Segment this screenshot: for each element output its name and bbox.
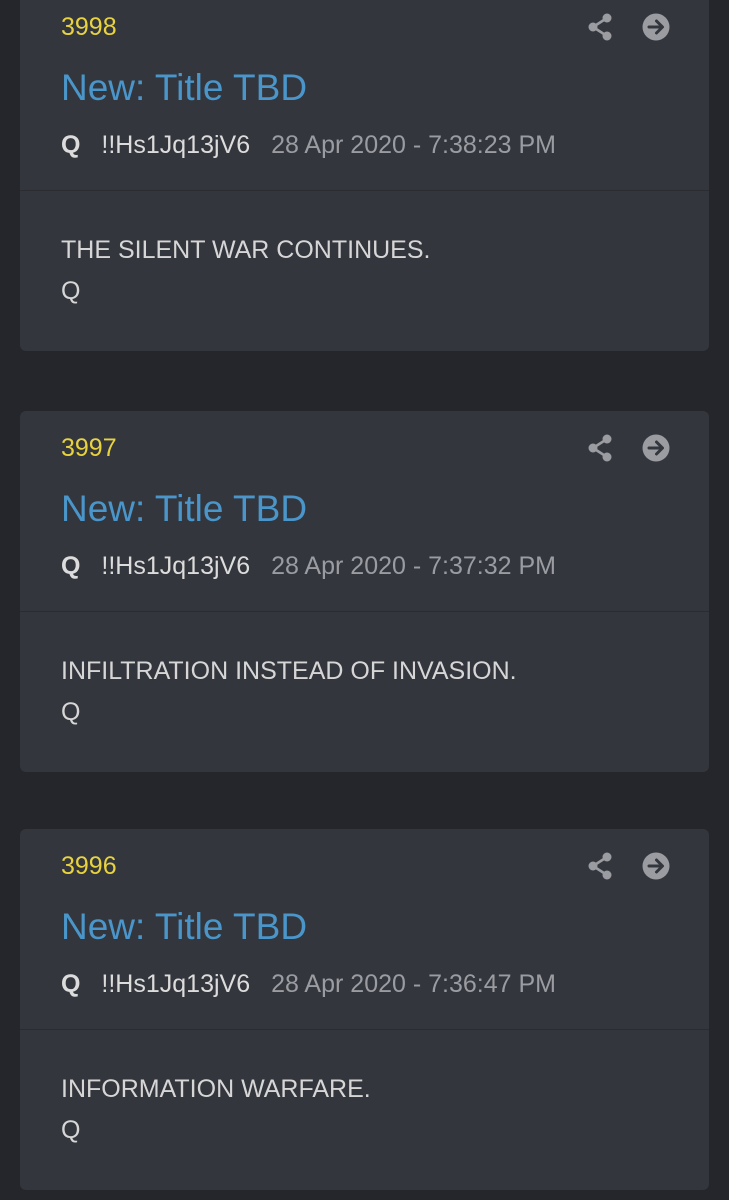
arrow-circle-right-icon [642, 13, 670, 41]
share-icon [588, 13, 612, 41]
post-header: 3997 New: Title TBD Q !!Hs1Jq13jV6 28 Ap… [20, 411, 709, 612]
share-icon [588, 852, 612, 880]
post-meta: Q !!Hs1Jq13jV6 28 Apr 2020 - 7:37:32 PM [61, 549, 556, 583]
arrow-circle-right-icon [642, 434, 670, 462]
post-timestamp: 28 Apr 2020 - 7:38:23 PM [271, 131, 556, 159]
share-button[interactable] [585, 849, 615, 883]
post-card: 3997 New: Title TBD Q !!Hs1Jq13jV6 28 Ap… [20, 411, 709, 772]
post-tripcode: !!Hs1Jq13jV6 [101, 131, 251, 159]
post-timestamp: 28 Apr 2020 - 7:36:47 PM [271, 970, 556, 998]
post-message: INFILTRATION INSTEAD OF INVASION. [61, 657, 517, 685]
post-number[interactable]: 3998 [61, 10, 117, 44]
post-header: 3998 New: Title TBD Q !!Hs1Jq13jV6 28 Ap… [20, 0, 709, 191]
post-signature: Q [61, 698, 81, 726]
post-feed: 3998 New: Title TBD Q !!Hs1Jq13jV6 28 Ap… [0, 0, 729, 1200]
post-message: INFORMATION WARFARE. [61, 1075, 371, 1103]
post-author: Q [61, 970, 81, 998]
post-message: THE SILENT WAR CONTINUES. [61, 236, 431, 264]
post-card: 3998 New: Title TBD Q !!Hs1Jq13jV6 28 Ap… [20, 0, 709, 351]
post-actions [585, 10, 671, 44]
post-body: INFILTRATION INSTEAD OF INVASION. Q [20, 612, 709, 772]
open-post-button[interactable] [641, 431, 671, 465]
post-actions [585, 431, 671, 465]
post-timestamp: 28 Apr 2020 - 7:37:32 PM [271, 552, 556, 580]
open-post-button[interactable] [641, 849, 671, 883]
post-body: INFORMATION WARFARE. Q [20, 1030, 709, 1190]
post-actions [585, 849, 671, 883]
post-title[interactable]: New: Title TBD [61, 901, 307, 953]
post-signature: Q [61, 277, 81, 305]
post-author: Q [61, 131, 81, 159]
post-author: Q [61, 552, 81, 580]
arrow-circle-right-icon [642, 852, 670, 880]
post-number[interactable]: 3996 [61, 849, 117, 883]
share-icon [588, 434, 612, 462]
post-title[interactable]: New: Title TBD [61, 62, 307, 114]
post-tripcode: !!Hs1Jq13jV6 [101, 970, 251, 998]
post-number[interactable]: 3997 [61, 431, 117, 465]
post-tripcode: !!Hs1Jq13jV6 [101, 552, 251, 580]
post-meta: Q !!Hs1Jq13jV6 28 Apr 2020 - 7:38:23 PM [61, 128, 556, 162]
share-button[interactable] [585, 10, 615, 44]
post-card: 3996 New: Title TBD Q !!Hs1Jq13jV6 28 Ap… [20, 829, 709, 1190]
open-post-button[interactable] [641, 10, 671, 44]
post-signature: Q [61, 1116, 81, 1144]
post-header: 3996 New: Title TBD Q !!Hs1Jq13jV6 28 Ap… [20, 829, 709, 1030]
post-title[interactable]: New: Title TBD [61, 483, 307, 535]
post-meta: Q !!Hs1Jq13jV6 28 Apr 2020 - 7:36:47 PM [61, 967, 556, 1001]
share-button[interactable] [585, 431, 615, 465]
post-body: THE SILENT WAR CONTINUES. Q [20, 191, 709, 351]
